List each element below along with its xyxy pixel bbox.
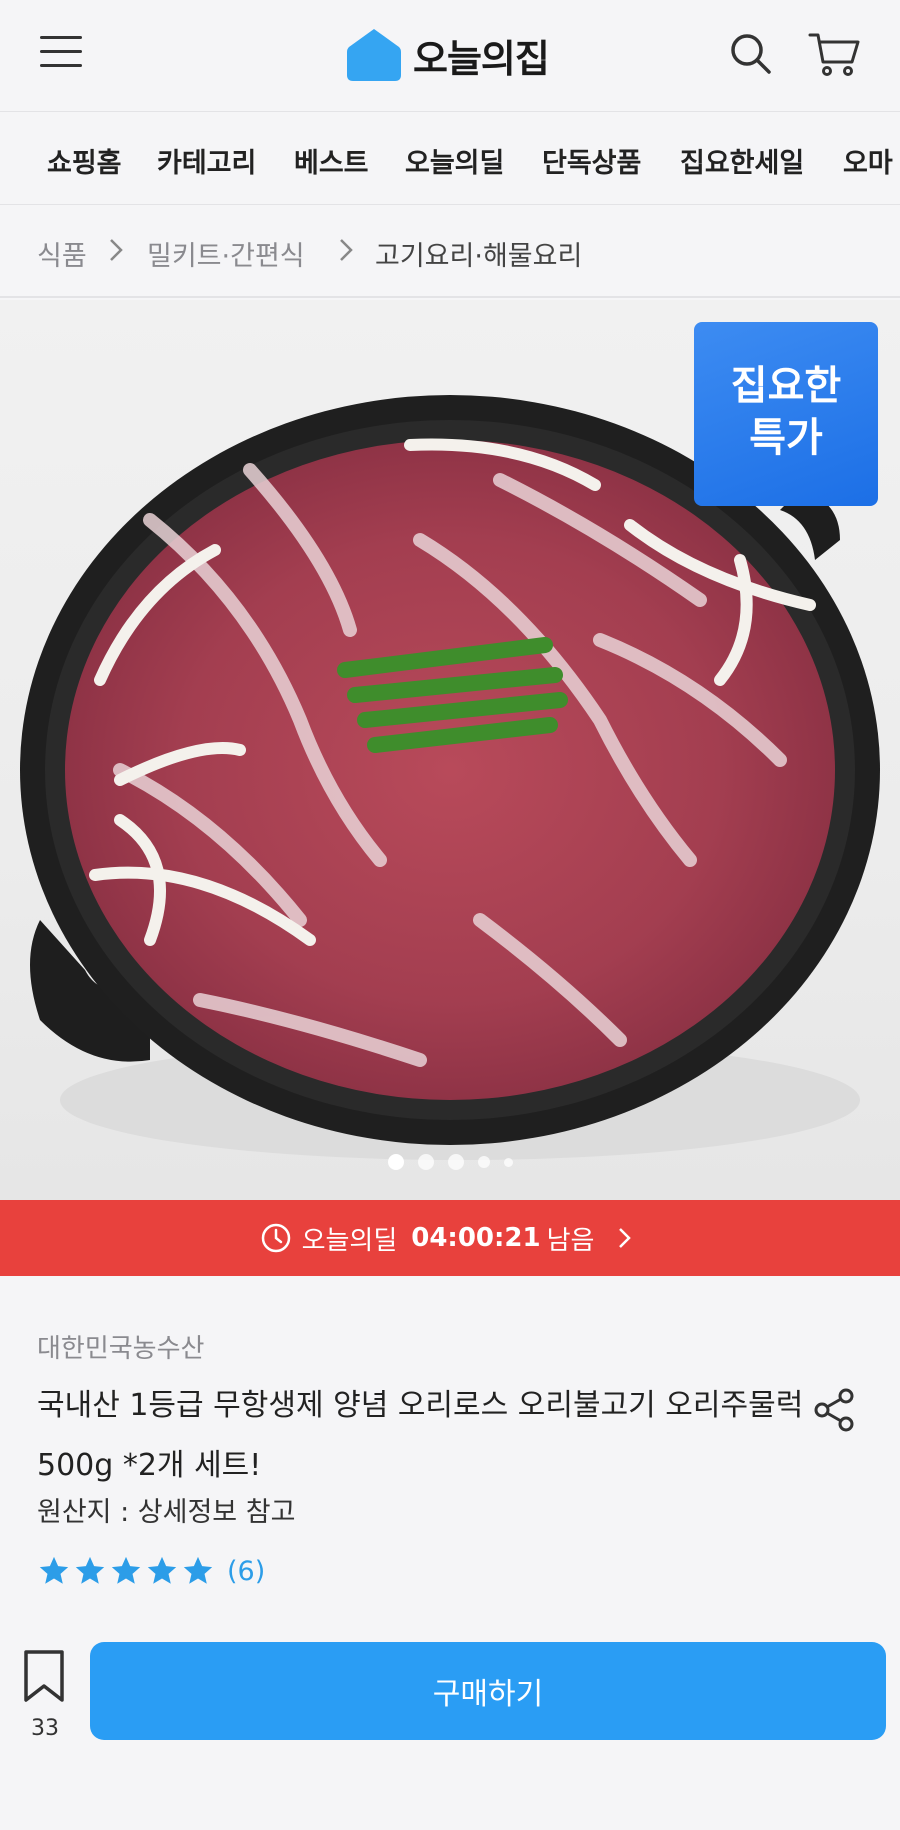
hamburger-icon[interactable]	[40, 36, 82, 72]
deal-label: 오늘의딜	[301, 1225, 398, 1256]
product-info: 대한민국농수산 국내산 1등급 무항생제 양념 오리로스 오리불고기 오리주물럭…	[0, 1276, 900, 1616]
todays-deal-banner[interactable]: 오늘의딜 04:00:21 남음	[0, 1200, 900, 1276]
carousel-indicator	[0, 1152, 900, 1172]
logo-text: 오늘의집	[413, 36, 550, 81]
deal-countdown: 04:00:21	[411, 1223, 541, 1253]
breadcrumb-item-food[interactable]: 식품	[37, 234, 87, 273]
product-title: 국내산 1등급 무항생제 양념 오리로스 오리불고기 오리주물럭 500g *2…	[37, 1388, 804, 1483]
star-icon	[39, 1556, 69, 1584]
share-icon[interactable]	[810, 1386, 858, 1434]
category-nav: 쇼핑홈 카테고리 베스트 오늘의딜 단독상품 집요한세일 오마	[0, 113, 900, 205]
breadcrumb-item-meat-seafood[interactable]: 고기요리·해물요리	[375, 234, 582, 273]
nav-item-todays-deal[interactable]: 오늘의딜	[405, 141, 504, 180]
special-price-badge: 집요한 특가	[694, 322, 878, 506]
star-icon	[183, 1556, 213, 1584]
clock-icon	[261, 1223, 290, 1253]
house-logo-icon	[347, 29, 401, 81]
chevron-right-icon	[340, 239, 353, 261]
deal-remaining-suffix: 남음	[546, 1225, 595, 1256]
badge-line-2: 특가	[749, 415, 823, 461]
nav-item-best[interactable]: 베스트	[294, 141, 369, 180]
cart-icon[interactable]	[808, 30, 862, 78]
carousel-dot[interactable]	[477, 1156, 490, 1168]
nav-item-category[interactable]: 카테고리	[157, 141, 256, 180]
origin-info: 원산지 : 상세정보 참고	[37, 1497, 296, 1528]
nav-item-shopping-home[interactable]: 쇼핑홈	[47, 141, 122, 180]
star-icon	[147, 1556, 177, 1584]
app-header: 오늘의집	[0, 0, 900, 112]
buy-button[interactable]: 구매하기	[90, 1642, 886, 1740]
rating[interactable]: (6)	[37, 1554, 265, 1588]
carousel-dot[interactable]	[387, 1154, 404, 1170]
logo[interactable]: 오늘의집	[345, 24, 550, 86]
badge-line-1: 집요한	[730, 363, 842, 409]
breadcrumb: 식품 밀키트·간편식 고기요리·해물요리	[0, 206, 900, 298]
nav-item-exclusive[interactable]: 단독상품	[542, 141, 641, 180]
bookmark-icon[interactable]	[22, 1648, 66, 1704]
star-icon	[111, 1556, 141, 1584]
nav-item-more[interactable]: 오마	[843, 141, 893, 180]
search-icon[interactable]	[727, 30, 775, 78]
carousel-dot[interactable]	[417, 1154, 434, 1170]
bookmark-count: 33	[31, 1716, 59, 1741]
brand-name[interactable]: 대한민국농수산	[37, 1328, 204, 1365]
star-icon	[75, 1556, 105, 1584]
carousel-dot[interactable]	[503, 1157, 513, 1167]
nav-item-sale[interactable]: 집요한세일	[680, 141, 804, 180]
breadcrumb-item-mealkit[interactable]: 밀키트·간편식	[147, 234, 305, 273]
product-image-carousel[interactable]: 집요한 특가	[0, 300, 900, 1200]
chevron-right-icon	[619, 1228, 632, 1248]
bottom-action-bar: 33 구매하기	[0, 1616, 900, 1830]
review-count[interactable]: (6)	[227, 1556, 265, 1587]
carousel-dot[interactable]	[447, 1154, 464, 1170]
chevron-right-icon	[110, 239, 123, 261]
